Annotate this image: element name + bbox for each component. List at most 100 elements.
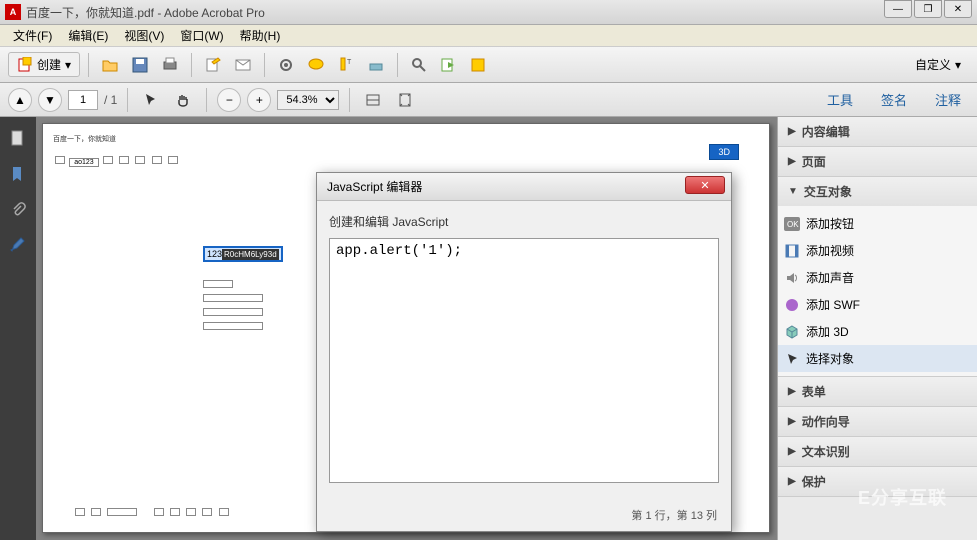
stamp-button[interactable] xyxy=(363,52,389,78)
pen-icon xyxy=(9,237,27,255)
page-down-button[interactable]: ▼ xyxy=(38,88,62,112)
menu-file[interactable]: 文件(F) xyxy=(5,25,60,46)
field-box xyxy=(135,156,145,164)
item-add-swf[interactable]: 添加 SWF xyxy=(778,291,977,318)
signatures-button[interactable] xyxy=(7,235,29,257)
film-icon xyxy=(784,243,800,259)
bubble-icon xyxy=(307,56,325,74)
code-editor[interactable]: app.alert('1'); xyxy=(329,238,719,483)
field-box xyxy=(119,156,129,164)
field-box xyxy=(91,508,101,516)
mail-button[interactable] xyxy=(230,52,256,78)
window-controls: — ❐ ✕ xyxy=(882,0,972,18)
dialog-title-bar[interactable]: JavaScript 编辑器 ✕ xyxy=(317,173,731,201)
chevron-down-icon: ▼ xyxy=(788,186,798,197)
customize-button[interactable]: 自定义 ▾ xyxy=(907,53,969,76)
minimize-button[interactable]: — xyxy=(884,0,912,18)
save-button[interactable] xyxy=(127,52,153,78)
fit-page-button[interactable] xyxy=(392,87,418,113)
dialog-subtitle: 创建和编辑 JavaScript xyxy=(329,213,719,230)
dropdown-icon: ▾ xyxy=(955,58,961,72)
zoom-select[interactable]: 54.3% xyxy=(277,90,339,110)
zoom-in-button[interactable]: + xyxy=(247,88,271,112)
tab-sign[interactable]: 签名 xyxy=(873,86,915,113)
create-button[interactable]: 创建 ▾ xyxy=(8,52,80,77)
panel-recognition[interactable]: ▶文本识别 xyxy=(778,437,977,466)
page-total: / 1 xyxy=(104,93,117,107)
folder-icon xyxy=(101,56,119,74)
menu-help[interactable]: 帮助(H) xyxy=(232,25,289,46)
item-select-object[interactable]: 选择对象 xyxy=(778,345,977,372)
comment-button[interactable] xyxy=(303,52,329,78)
edit-icon xyxy=(204,56,222,74)
field-box xyxy=(203,294,263,302)
edit-button[interactable] xyxy=(200,52,226,78)
thumbnails-button[interactable] xyxy=(7,127,29,149)
item-add-sound[interactable]: 添加声音 xyxy=(778,264,977,291)
cube-icon xyxy=(784,324,800,340)
field-box xyxy=(55,156,65,164)
bookmarks-button[interactable] xyxy=(7,163,29,185)
right-panel: ▶内容编辑 ▶页面 ▼交互对象 OK添加按钮 添加视频 添加声音 添加 SWF … xyxy=(777,117,977,540)
hand-icon xyxy=(175,92,191,108)
print-button[interactable] xyxy=(157,52,183,78)
page-up-button[interactable]: ▲ xyxy=(8,88,32,112)
paperclip-icon xyxy=(9,201,27,219)
panel-content-edit[interactable]: ▶内容编辑 xyxy=(778,117,977,146)
select-tool[interactable] xyxy=(138,87,164,113)
separator xyxy=(397,53,398,77)
field-box xyxy=(107,508,137,516)
item-add-button[interactable]: OK添加按钮 xyxy=(778,210,977,237)
dialog-close-button[interactable]: ✕ xyxy=(685,176,725,194)
hand-tool[interactable] xyxy=(170,87,196,113)
create-label: 创建 xyxy=(37,56,61,73)
svg-text:T: T xyxy=(347,59,352,66)
convert-button[interactable] xyxy=(436,52,462,78)
dialog-title: JavaScript 编辑器 xyxy=(327,178,422,195)
menu-window[interactable]: 窗口(W) xyxy=(172,25,231,46)
separator xyxy=(191,53,192,77)
panel-interactive-body: OK添加按钮 添加视频 添加声音 添加 SWF 添加 3D 选择对象 xyxy=(778,206,977,376)
tab-comment[interactable]: 注释 xyxy=(927,86,969,113)
separator xyxy=(127,88,128,112)
panel-pages[interactable]: ▶页面 xyxy=(778,147,977,176)
settings-button[interactable] xyxy=(273,52,299,78)
separator xyxy=(206,88,207,112)
field-box xyxy=(203,308,263,316)
menu-view[interactable]: 视图(V) xyxy=(116,25,172,46)
maximize-button[interactable]: ❐ xyxy=(914,0,942,18)
field-box xyxy=(154,508,164,516)
tag-3d[interactable]: 3D xyxy=(709,144,739,160)
panel-protection[interactable]: ▶保护 xyxy=(778,467,977,496)
item-add-3d[interactable]: 添加 3D xyxy=(778,318,977,345)
highlight-button[interactable]: T xyxy=(333,52,359,78)
chevron-right-icon: ▶ xyxy=(788,156,796,167)
item-add-video[interactable]: 添加视频 xyxy=(778,237,977,264)
create-icon xyxy=(17,57,33,73)
zoom-out-button[interactable]: − xyxy=(217,88,241,112)
panel-forms[interactable]: ▶表单 xyxy=(778,377,977,406)
separator xyxy=(88,53,89,77)
panel-action-wizard[interactable]: ▶动作向导 xyxy=(778,407,977,436)
menu-edit[interactable]: 编辑(E) xyxy=(60,25,116,46)
search-button[interactable] xyxy=(406,52,432,78)
fit-page-icon xyxy=(396,91,414,109)
tab-tools[interactable]: 工具 xyxy=(819,86,861,113)
chevron-right-icon: ▶ xyxy=(788,446,796,457)
chevron-right-icon: ▶ xyxy=(788,416,796,427)
attachments-button[interactable] xyxy=(7,199,29,221)
multimedia-button[interactable] xyxy=(466,52,492,78)
close-window-button[interactable]: ✕ xyxy=(944,0,972,18)
panel-interactive[interactable]: ▼交互对象 xyxy=(778,177,977,206)
form-field-selected[interactable]: 123R0cHM6Ly93d xyxy=(203,246,283,262)
doc-header: 百度一下，你就知道 xyxy=(53,134,759,144)
page-number-input[interactable] xyxy=(68,90,98,110)
open-button[interactable] xyxy=(97,52,123,78)
field-box xyxy=(219,508,229,516)
dialog-body: 创建和编辑 JavaScript app.alert('1'); xyxy=(317,201,731,500)
svg-text:OK: OK xyxy=(787,220,799,229)
field-box: ao123 xyxy=(69,158,98,167)
fit-width-button[interactable] xyxy=(360,87,386,113)
swf-icon xyxy=(784,297,800,313)
navigation-bar: ▲ ▼ / 1 − + 54.3% 工具 签名 注释 xyxy=(0,83,977,117)
